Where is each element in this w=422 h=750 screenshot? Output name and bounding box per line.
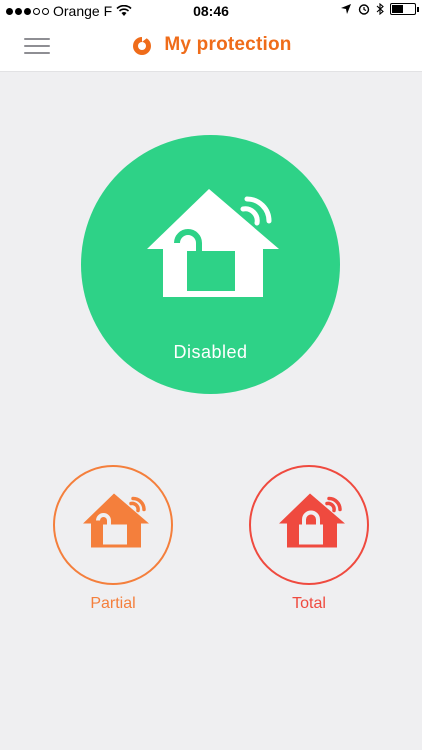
total-mode-button[interactable] [249, 465, 369, 585]
battery-icon [390, 3, 419, 15]
nav-bar: My protection [0, 22, 422, 72]
bluetooth-icon [376, 3, 384, 15]
house-unlocked-icon [147, 189, 279, 297]
status-label: Disabled [173, 342, 248, 362]
protection-status-button[interactable]: Disabled [81, 135, 340, 394]
partial-mode-button[interactable] [53, 465, 173, 585]
logo-icon [133, 35, 152, 55]
house-unlocked-icon [83, 493, 149, 548]
house-locked-icon [279, 493, 345, 548]
total-mode-label: Total [292, 595, 326, 612]
location-icon [341, 4, 351, 14]
nav-title-wrap: My protection [0, 33, 422, 57]
status-bar: Orange F 08:46 [0, 0, 422, 22]
partial-mode-label: Partial [90, 595, 136, 612]
status-right [340, 3, 419, 15]
page-title: My protection [164, 34, 292, 55]
alarm-icon [358, 4, 370, 15]
